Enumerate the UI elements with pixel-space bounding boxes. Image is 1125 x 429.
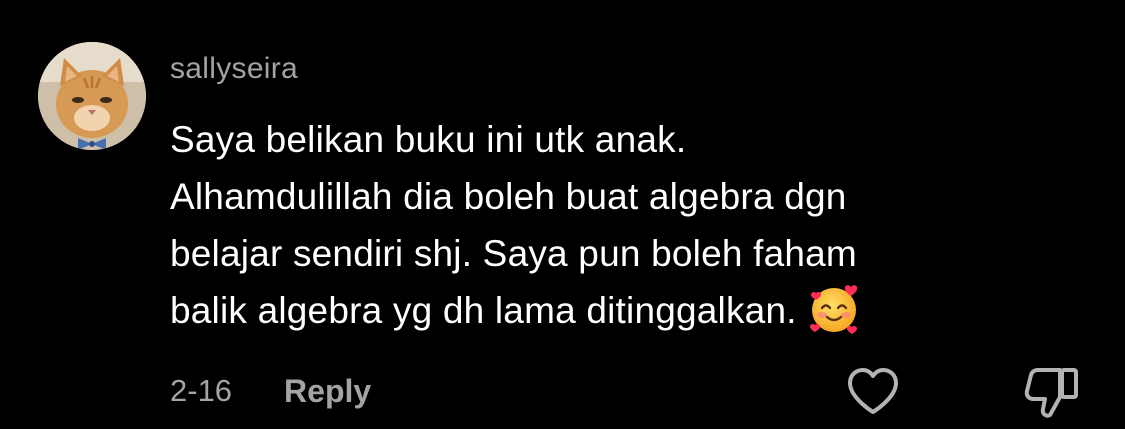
cat-avatar-icon <box>38 42 146 150</box>
like-button[interactable] <box>845 366 901 418</box>
dislike-button[interactable] <box>1024 364 1082 420</box>
reply-button[interactable]: Reply <box>284 373 371 410</box>
comment-text-line: balik algebra yg dh lama ditinggalkan. <box>170 290 797 331</box>
comment-text-line: Saya belikan buku ini utk anak. <box>170 119 687 160</box>
smiling-face-with-hearts-icon <box>809 285 857 335</box>
comment-text-line: Alhamdulillah dia boleh buat algebra dgn <box>170 176 847 217</box>
comment-text-line-last: balik algebra yg dh lama ditinggalkan. <box>170 282 1070 339</box>
avatar[interactable] <box>38 42 146 150</box>
heart-outline-icon <box>848 368 898 414</box>
comment-date: 2-16 <box>170 373 233 408</box>
thumbs-down-outline-icon <box>1024 368 1078 418</box>
comment-text-line: belajar sendiri shj. Saya pun boleh faha… <box>170 233 857 274</box>
comment-item: sallyseira Saya belikan buku ini utk ana… <box>0 0 1125 429</box>
comment-username[interactable]: sallyseira <box>170 50 298 88</box>
comment-meta: 2-16 Reply <box>170 369 371 413</box>
comment-text: Saya belikan buku ini utk anak. Alhamdul… <box>170 111 1070 339</box>
